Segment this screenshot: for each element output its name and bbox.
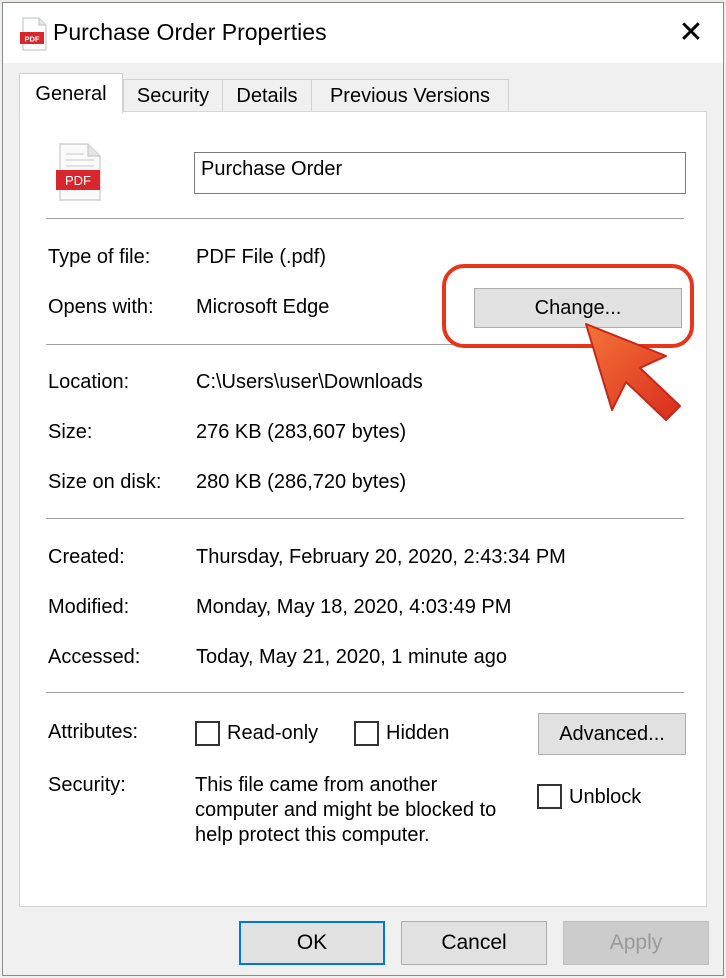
size-label: Size: bbox=[48, 421, 93, 443]
modified-value: Monday, May 18, 2020, 4:03:49 PM bbox=[196, 596, 512, 618]
attributes-label: Attributes: bbox=[48, 721, 139, 743]
modified-label: Modified: bbox=[48, 596, 130, 618]
close-icon: ✕ bbox=[678, 16, 704, 49]
opens-with-value: Microsoft Edge bbox=[196, 296, 330, 318]
security-message-line: This file came from another bbox=[195, 774, 438, 796]
security-message-line: help protect this computer. bbox=[195, 824, 430, 846]
pdf-file-icon: PDF bbox=[20, 17, 47, 51]
tab-details[interactable]: Details bbox=[222, 79, 312, 111]
tab-bar: General Security Details Previous Versio… bbox=[15, 73, 715, 113]
size-on-disk-label: Size on disk: bbox=[48, 471, 162, 493]
type-label: Type of file: bbox=[48, 246, 151, 268]
tab-general[interactable]: General bbox=[19, 73, 123, 113]
close-button[interactable]: ✕ bbox=[667, 11, 715, 55]
accessed-label: Accessed: bbox=[48, 646, 141, 668]
unblock-label[interactable]: Unblock bbox=[569, 786, 641, 809]
pdf-document-icon: PDF bbox=[56, 143, 101, 201]
size-value: 276 KB (283,607 bytes) bbox=[196, 421, 407, 443]
opens-with-label: Opens with: bbox=[48, 296, 154, 318]
separator bbox=[46, 218, 684, 219]
cancel-button[interactable]: Cancel bbox=[401, 921, 547, 965]
svg-text:PDF: PDF bbox=[25, 35, 40, 44]
hidden-label[interactable]: Hidden bbox=[386, 722, 449, 745]
accessed-value: Today, May 21, 2020, 1 minute ago bbox=[196, 646, 507, 668]
window-title: Purchase Order Properties bbox=[53, 19, 327, 45]
title-bar[interactable]: PDF Purchase Order Properties ✕ bbox=[3, 3, 723, 63]
hidden-checkbox[interactable] bbox=[354, 721, 379, 746]
apply-button[interactable]: Apply bbox=[563, 921, 709, 965]
properties-window: PDF Purchase Order Properties ✕ General … bbox=[2, 2, 724, 976]
location-label: Location: bbox=[48, 371, 130, 393]
tab-previous-versions[interactable]: Previous Versions bbox=[311, 79, 509, 111]
file-name-input[interactable]: Purchase Order bbox=[194, 152, 686, 194]
security-label: Security: bbox=[48, 774, 126, 796]
tab-security[interactable]: Security bbox=[123, 79, 223, 111]
size-on-disk-value: 280 KB (286,720 bytes) bbox=[196, 471, 407, 493]
created-value: Thursday, February 20, 2020, 2:43:34 PM bbox=[196, 546, 566, 568]
type-value: PDF File (.pdf) bbox=[196, 246, 327, 268]
advanced-button[interactable]: Advanced... bbox=[538, 713, 686, 755]
general-panel: PDF Purchase Order Type of file: PDF Fil… bbox=[19, 111, 707, 907]
security-message-line: computer and might be blocked to bbox=[195, 799, 497, 821]
readonly-label[interactable]: Read-only bbox=[227, 722, 318, 745]
readonly-checkbox[interactable] bbox=[195, 721, 220, 746]
pointer-arrow-icon bbox=[585, 323, 681, 421]
separator bbox=[46, 692, 684, 693]
unblock-checkbox[interactable] bbox=[537, 784, 562, 809]
separator bbox=[46, 518, 684, 519]
created-label: Created: bbox=[48, 546, 125, 568]
pdf-icon-label: PDF bbox=[65, 173, 91, 188]
ok-button[interactable]: OK bbox=[239, 921, 385, 965]
location-value: C:\Users\user\Downloads bbox=[196, 371, 423, 393]
